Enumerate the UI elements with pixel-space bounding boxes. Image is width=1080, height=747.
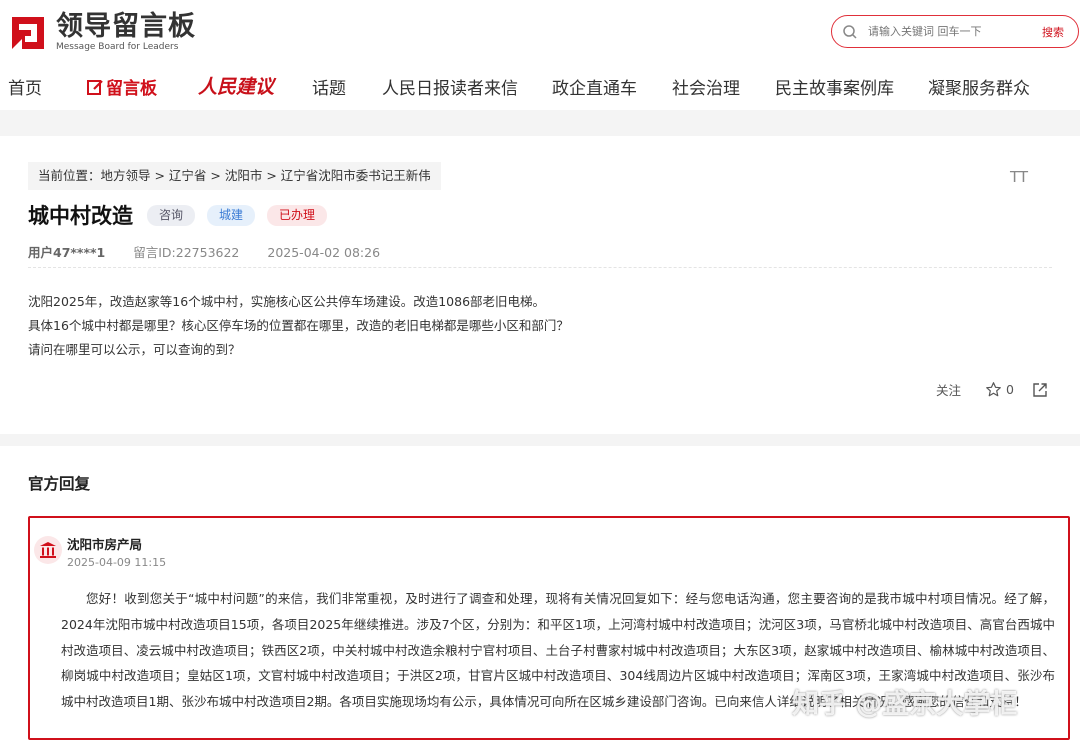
watermark: 知乎 @盛京大掌柜 (792, 689, 1018, 720)
nav-social-governance[interactable]: 社会治理 (672, 74, 740, 99)
nav-home[interactable]: 首页 (8, 74, 42, 99)
logo-title: 领导留言板 (56, 11, 196, 42)
star-count: 0 (1006, 382, 1014, 397)
search-icon[interactable] (842, 24, 858, 40)
font-size-toggle[interactable]: TT (1010, 168, 1028, 186)
message-line: 请问在哪里可以公示，可以查询的到？ (28, 342, 241, 357)
message-user: 用户47****1 (28, 245, 106, 260)
nav-people-suggestions[interactable]: 人民建议 (198, 72, 274, 99)
breadcrumb[interactable]: 当前位置：地方领导 > 辽宁省 > 沈阳市 > 辽宁省沈阳市委书记王新伟 (28, 162, 441, 190)
reply-org-name: 沈阳市房产局 (67, 537, 143, 552)
message-time: 2025-04-02 08:26 (267, 245, 381, 260)
message-line: 沈阳2025年，改造赵家等16个城中村，实施核心区公共停车场建设。改造1086部… (28, 294, 546, 309)
nav-serve-masses[interactable]: 凝聚服务群众 (928, 74, 1030, 99)
logo-subtitle: Message Board for Leaders (56, 42, 179, 52)
message-line: 具体16个城中村都是哪里？核心区停车场的位置都在哪里，改造的老旧电梯都是哪些小区… (28, 318, 569, 333)
nav-reader-letters[interactable]: 人民日报读者来信 (382, 74, 518, 99)
building-icon (40, 542, 56, 558)
follow-button[interactable]: 关注 (936, 380, 961, 399)
main-nav: 首页 留言板 人民建议 话题 人民日报读者来信 政企直通车 社会治理 民主故事案… (0, 70, 1080, 104)
nav-message-board-label: 留言板 (106, 79, 157, 99)
edit-icon (87, 80, 103, 95)
government-building-icon (34, 536, 62, 564)
tag-consult: 咨询 (147, 204, 196, 226)
divider (28, 267, 1052, 268)
message-card: 当前位置：地方领导 > 辽宁省 > 沈阳市 > 辽宁省沈阳市委书记王新伟 TT … (0, 136, 1080, 434)
message-title: 城中村改造 (28, 204, 133, 228)
message-actions: 关注 0 (936, 380, 1048, 399)
nav-business-express[interactable]: 政企直通车 (552, 74, 637, 99)
reply-time: 2025-04-09 11:15 (67, 556, 167, 569)
logo-icon (12, 16, 44, 49)
search-button[interactable]: 搜索 (1042, 24, 1064, 40)
message-content: 沈阳2025年，改造赵家等16个城中村，实施核心区公共停车场建设。改造1086部… (28, 290, 569, 362)
message-meta: 用户47****1 留言ID:22753622 2025-04-02 08:26 (28, 242, 404, 261)
search-input[interactable] (868, 25, 1028, 38)
nav-topics[interactable]: 话题 (312, 74, 346, 99)
star-icon (986, 382, 1001, 397)
tag-urban-construction: 城建 (207, 204, 256, 226)
site-logo[interactable]: 领导留言板 Message Board for Leaders (8, 12, 196, 53)
nav-message-board[interactable]: 留言板 (86, 74, 157, 99)
site-header: 领导留言板 Message Board for Leaders 搜索 首页 留言… (0, 0, 1080, 110)
share-icon[interactable] (1032, 382, 1048, 398)
message-id: 留言ID:22753622 (133, 245, 240, 260)
reply-section-title: 官方回复 (28, 475, 91, 493)
star-button[interactable]: 0 (985, 381, 1014, 398)
nav-democracy-cases[interactable]: 民主故事案例库 (775, 74, 894, 99)
search-bar: 搜索 (831, 15, 1079, 48)
status-badge: 已办理 (267, 204, 328, 226)
